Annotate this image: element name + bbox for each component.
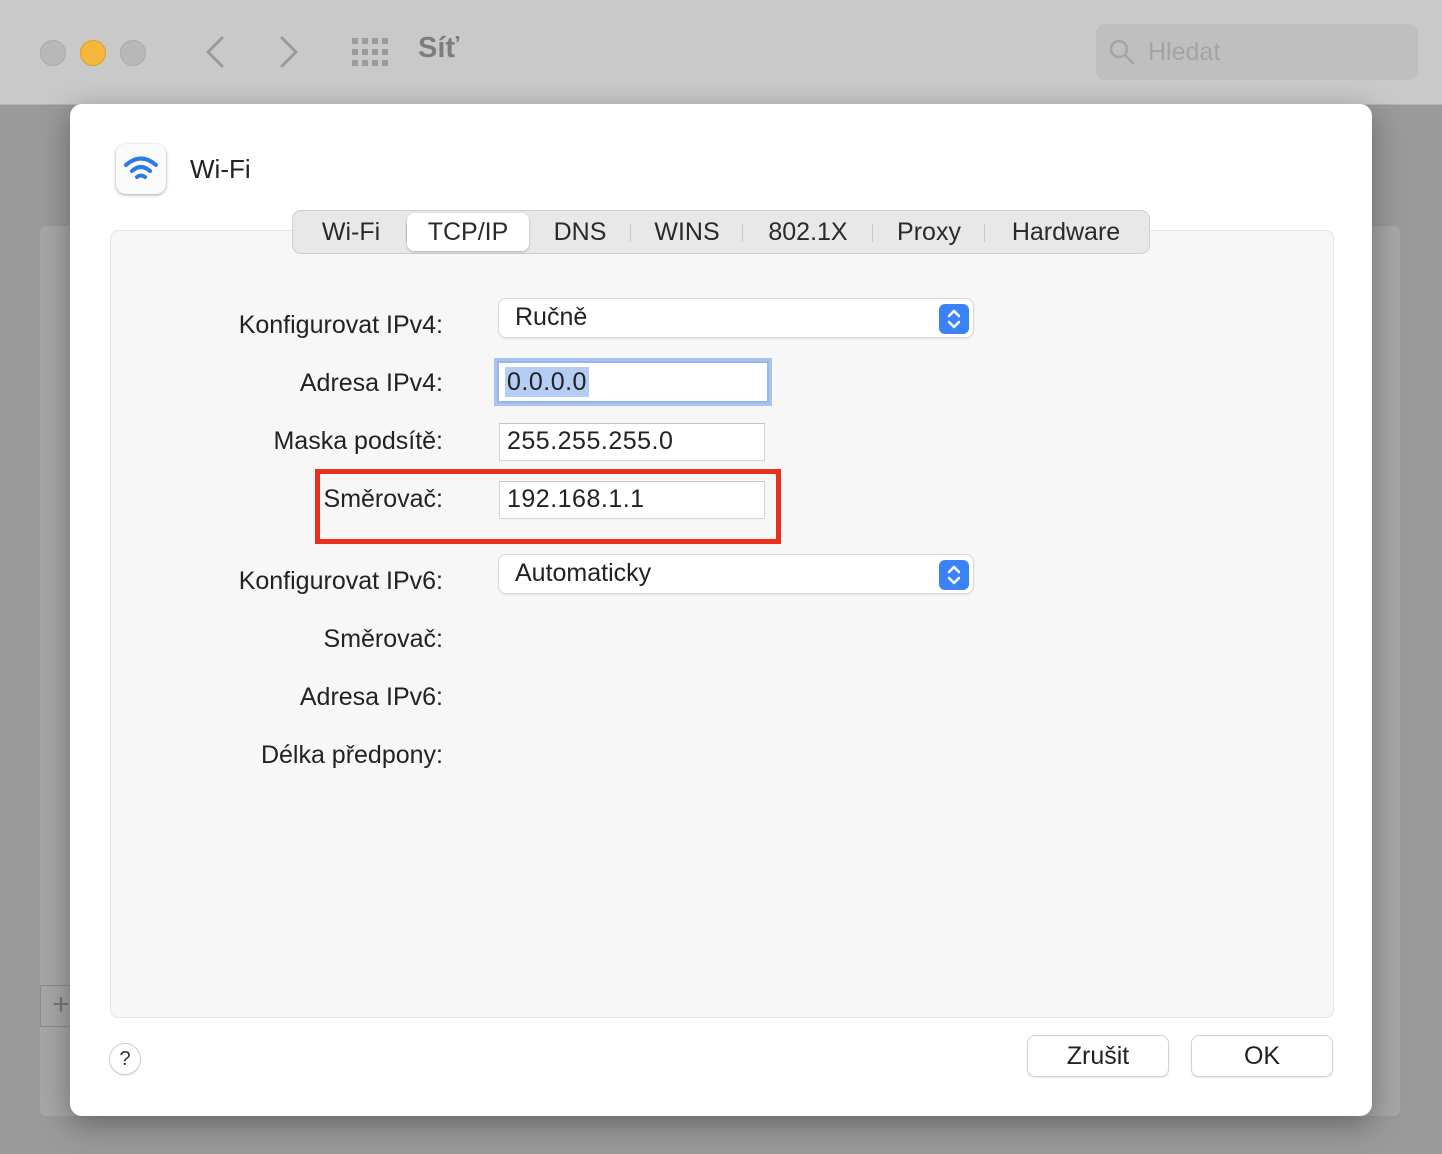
configure-ipv4-popup[interactable]: Ručně — [499, 299, 973, 337]
ipv4-address-selected-text: 0.0.0.0 — [505, 367, 589, 397]
wifi-service-badge — [116, 144, 166, 194]
help-button[interactable]: ? — [110, 1044, 140, 1074]
configure-ipv6-value: Automaticky — [515, 559, 652, 587]
prefix-length-label: Délka předpony: — [260, 741, 443, 769]
tcpip-content-panel: Konfigurovat IPv4: Ručně Adresa IPv4: 0.… — [110, 230, 1334, 1018]
window-title: Síť — [418, 32, 460, 64]
ipv4-address-label: Adresa IPv4: — [299, 369, 443, 397]
configure-ipv4-label: Konfigurovat IPv4: — [238, 311, 443, 339]
ipv6-address-label: Adresa IPv6: — [299, 683, 443, 711]
ipv4-router-label: Směrovač: — [323, 485, 443, 513]
cancel-button[interactable]: Zrušit — [1028, 1036, 1168, 1076]
configure-ipv6-popup[interactable]: Automaticky — [499, 555, 973, 593]
ipv4-router-value: 192.168.1.1 — [507, 485, 645, 513]
chevron-left-icon — [206, 36, 224, 68]
wifi-icon — [124, 156, 158, 179]
minimize-window-button[interactable] — [80, 40, 106, 66]
chevron-up-down-icon — [947, 565, 961, 585]
search-placeholder: Hledat — [1148, 38, 1221, 66]
popup-stepper — [939, 560, 969, 590]
search-field[interactable]: Hledat — [1096, 24, 1418, 80]
configure-ipv6-label: Konfigurovat IPv6: — [238, 567, 443, 595]
close-window-button[interactable] — [40, 40, 66, 66]
tab-proxy[interactable]: Proxy — [873, 213, 985, 251]
tab-dns[interactable]: DNS — [529, 213, 631, 251]
tcpip-settings-sheet: Wi-Fi Konfigurovat IPv4: Ručně Adresa IP… — [70, 104, 1372, 1116]
window-titlebar: Síť Hledat — [0, 0, 1442, 105]
ok-button[interactable]: OK — [1192, 1036, 1332, 1076]
grid-icon — [352, 38, 388, 66]
subnet-mask-value: 255.255.255.0 — [507, 427, 674, 455]
subnet-mask-input[interactable]: 255.255.255.0 — [499, 423, 765, 461]
configure-ipv4-value: Ručně — [515, 303, 588, 331]
popup-stepper — [939, 304, 969, 334]
subnet-mask-label: Maska podsítě: — [273, 427, 443, 455]
ipv4-address-input[interactable]: 0.0.0.0 — [497, 361, 769, 403]
ipv6-router-label: Směrovač: — [323, 625, 443, 653]
settings-tab-bar: Wi-Fi TCP/IP DNS WINS 802.1X Proxy Hardw… — [292, 210, 1150, 254]
zoom-window-button[interactable] — [120, 40, 146, 66]
tab-8021x[interactable]: 802.1X — [743, 213, 873, 251]
show-all-grid-button[interactable] — [352, 38, 390, 66]
ipv4-router-input[interactable]: 192.168.1.1 — [499, 481, 765, 519]
back-button[interactable] — [196, 30, 236, 74]
tab-wins[interactable]: WINS — [631, 213, 743, 251]
service-name: Wi-Fi — [190, 154, 251, 184]
tab-hardware[interactable]: Hardware — [985, 213, 1147, 251]
tab-tcpip[interactable]: TCP/IP — [407, 213, 529, 251]
forward-button[interactable] — [270, 30, 310, 74]
tab-wifi[interactable]: Wi-Fi — [295, 213, 407, 251]
chevron-right-icon — [280, 36, 298, 68]
chevron-up-down-icon — [947, 309, 961, 329]
search-icon — [1109, 39, 1135, 65]
